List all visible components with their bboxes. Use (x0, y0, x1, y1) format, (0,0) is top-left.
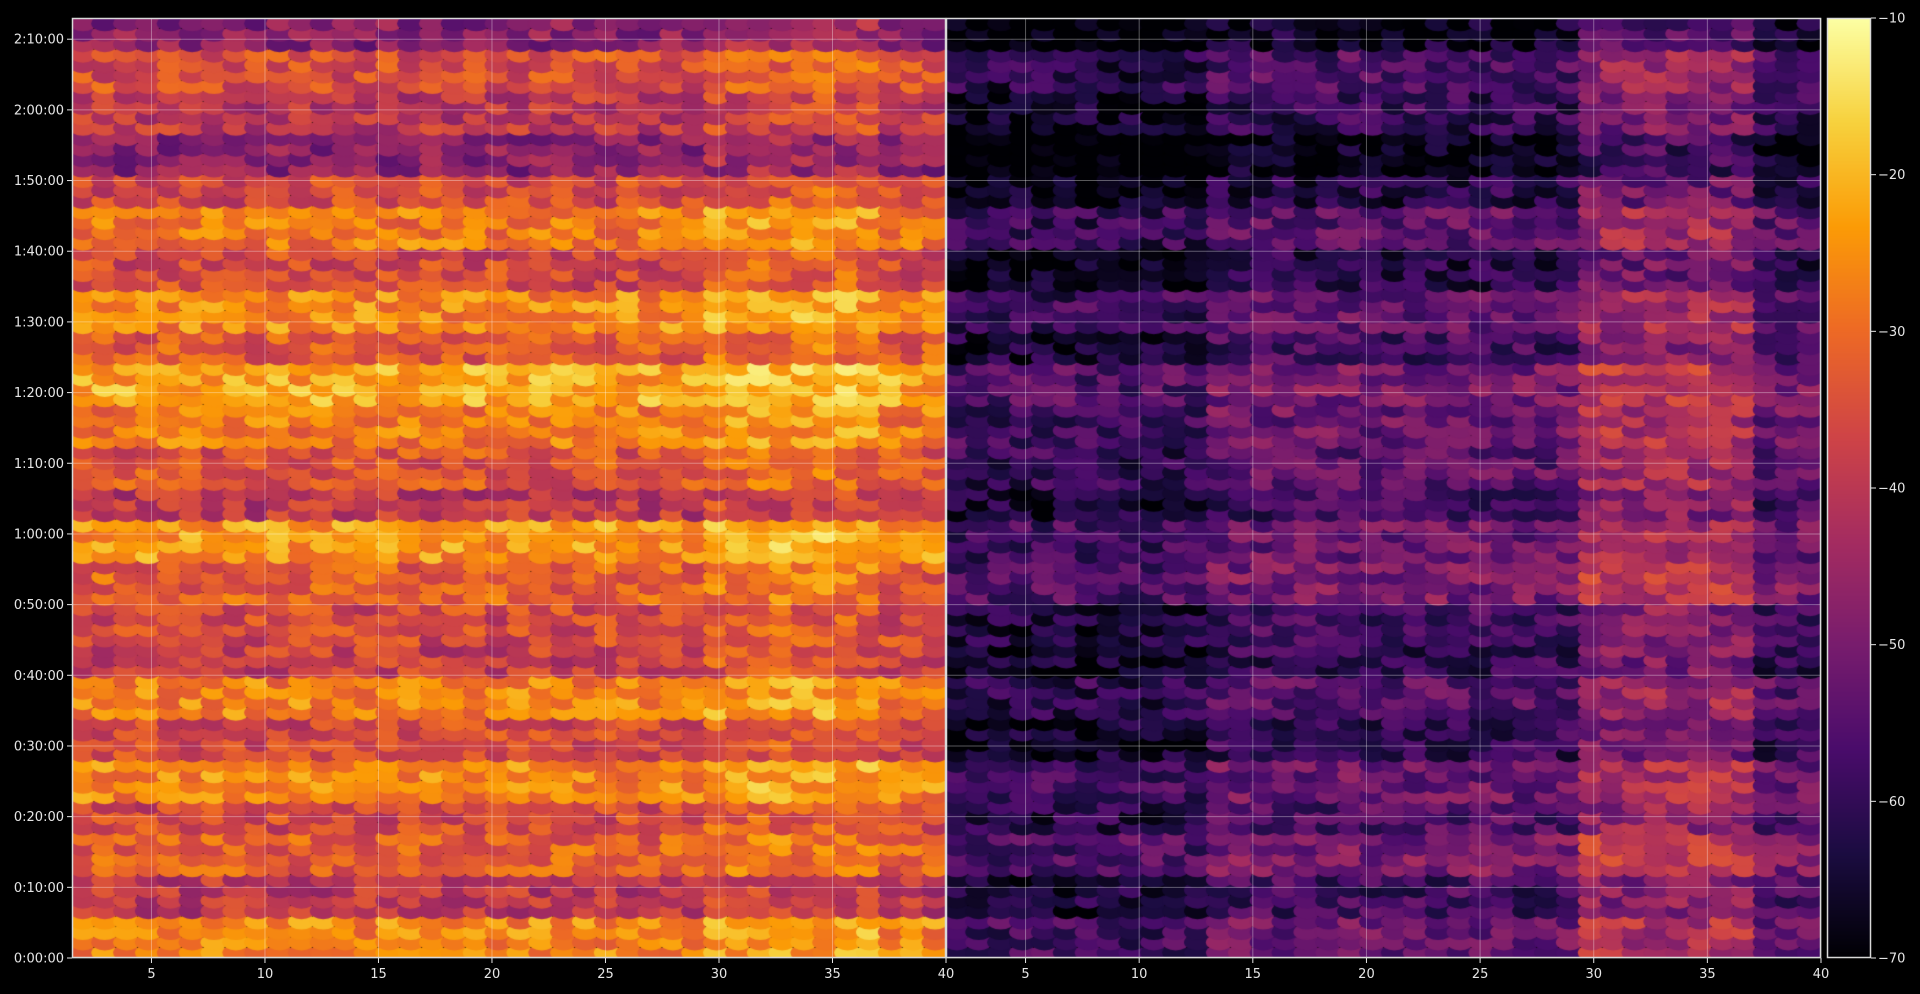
x-tick-label-left: 40 (938, 967, 955, 982)
colorbar-tick-label: −30 (1878, 325, 1905, 340)
chart-axes-overlay: 5 10 15 20 25 30 35 40 5 10 15 20 25 30 35 40 0:00:00 0:1… (14, 12, 1906, 983)
y-tick-label: 2:00:00 (14, 103, 64, 118)
colorbar-tick-label: −70 (1878, 952, 1905, 967)
y-tick-label: 0:40:00 (14, 669, 64, 684)
x-tick-label-right: 25 (1472, 967, 1489, 982)
y-tick-label: 1:40:00 (14, 245, 64, 260)
x-tick-label-right: 35 (1699, 967, 1716, 982)
x-tick-label-right: 40 (1813, 967, 1830, 982)
x-tick-label-right: 10 (1131, 967, 1148, 982)
x-tick-label-right: 5 (1021, 967, 1029, 982)
colorbar-tick-label: −20 (1878, 168, 1905, 183)
x-tick-label-left: 35 (824, 967, 841, 982)
colorbar-frame (1826, 17, 1872, 959)
x-tick-label-left: 20 (484, 967, 501, 982)
y-tick-label: 0:20:00 (14, 810, 64, 825)
x-tick-label-left: 10 (257, 967, 274, 982)
x-tick-label-left: 30 (711, 967, 728, 982)
y-tick-label: 1:30:00 (14, 315, 64, 330)
colorbar-tick-label: −10 (1878, 12, 1905, 27)
colorbar-tick-label: −60 (1878, 795, 1905, 810)
x-tick-label-left: 15 (370, 967, 387, 982)
chart-area: 5 10 15 20 25 30 35 40 5 10 15 20 25 30 35 40 0:00:00 0:1… (0, 0, 1920, 994)
y-tick-label: 1:10:00 (14, 457, 64, 472)
x-tick-label-left: 5 (147, 967, 155, 982)
y-tick-label: 0:50:00 (14, 598, 64, 613)
y-tick-label: 2:10:00 (14, 33, 64, 48)
y-tick-label: 0:10:00 (14, 881, 64, 896)
colorbar-tick-label: −40 (1878, 482, 1905, 497)
y-tick-label: 1:00:00 (14, 527, 64, 542)
y-tick-label: 0:30:00 (14, 739, 64, 754)
x-tick-label-left: 25 (597, 967, 614, 982)
x-tick-label-right: 15 (1245, 967, 1262, 982)
y-tick-label: 1:20:00 (14, 386, 64, 401)
y-tick-label: 0:00:00 (14, 952, 64, 967)
colorbar-tick-label: −50 (1878, 638, 1905, 653)
x-tick-label-right: 30 (1585, 967, 1602, 982)
x-tick-label-right: 20 (1358, 967, 1375, 982)
y-tick-label: 1:50:00 (14, 174, 64, 189)
